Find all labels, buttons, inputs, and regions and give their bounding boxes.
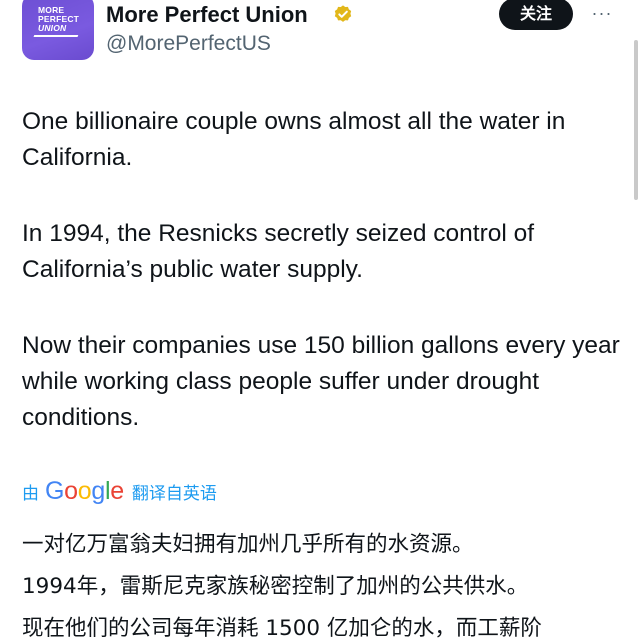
tweet-card: MORE PERFECT UNION More Perfect Union @M… [0, 0, 640, 641]
more-options-icon[interactable]: ··· [588, 2, 616, 24]
google-logo: Google [45, 476, 124, 505]
translated-text: 一对亿万富翁夫妇拥有加州几乎所有的水资源。 1994年，雷斯尼克家族秘密控制了加… [22, 524, 640, 641]
translated-from-link[interactable]: 翻译自英语 [132, 479, 217, 504]
account-display-name[interactable]: More Perfect Union [106, 2, 308, 28]
translated-line: 一对亿万富翁夫妇拥有加州几乎所有的水资源。 [22, 532, 474, 557]
translated-line: 1994年，雷斯尼克家族秘密控制了加州的公共供水。 [22, 574, 529, 599]
translation-attribution[interactable]: 由 Google 翻译自英语 [22, 476, 217, 506]
verified-badge-icon [334, 5, 352, 22]
tweet-text: One billionaire couple owns almost all t… [22, 104, 622, 476]
tweet-paragraph: One billionaire couple owns almost all t… [22, 108, 566, 171]
avatar-logo-text-union: UNION [38, 23, 67, 33]
translation-by-label: 由 [22, 483, 39, 504]
scrollbar-thumb[interactable] [634, 40, 638, 200]
tweet-paragraph: In 1994, the Resnicks secretly seized co… [22, 220, 535, 283]
tweet-paragraph: Now their companies use 150 billion gall… [22, 332, 620, 431]
account-avatar[interactable]: MORE PERFECT UNION [22, 0, 94, 60]
follow-button[interactable]: 关注 [499, 0, 573, 30]
account-handle[interactable]: @MorePerfectUS [106, 32, 271, 56]
translated-line: 现在他们的公司每年消耗 1500 亿加仑的水，而工薪阶 [22, 616, 542, 641]
avatar-logo-underline [33, 35, 79, 37]
